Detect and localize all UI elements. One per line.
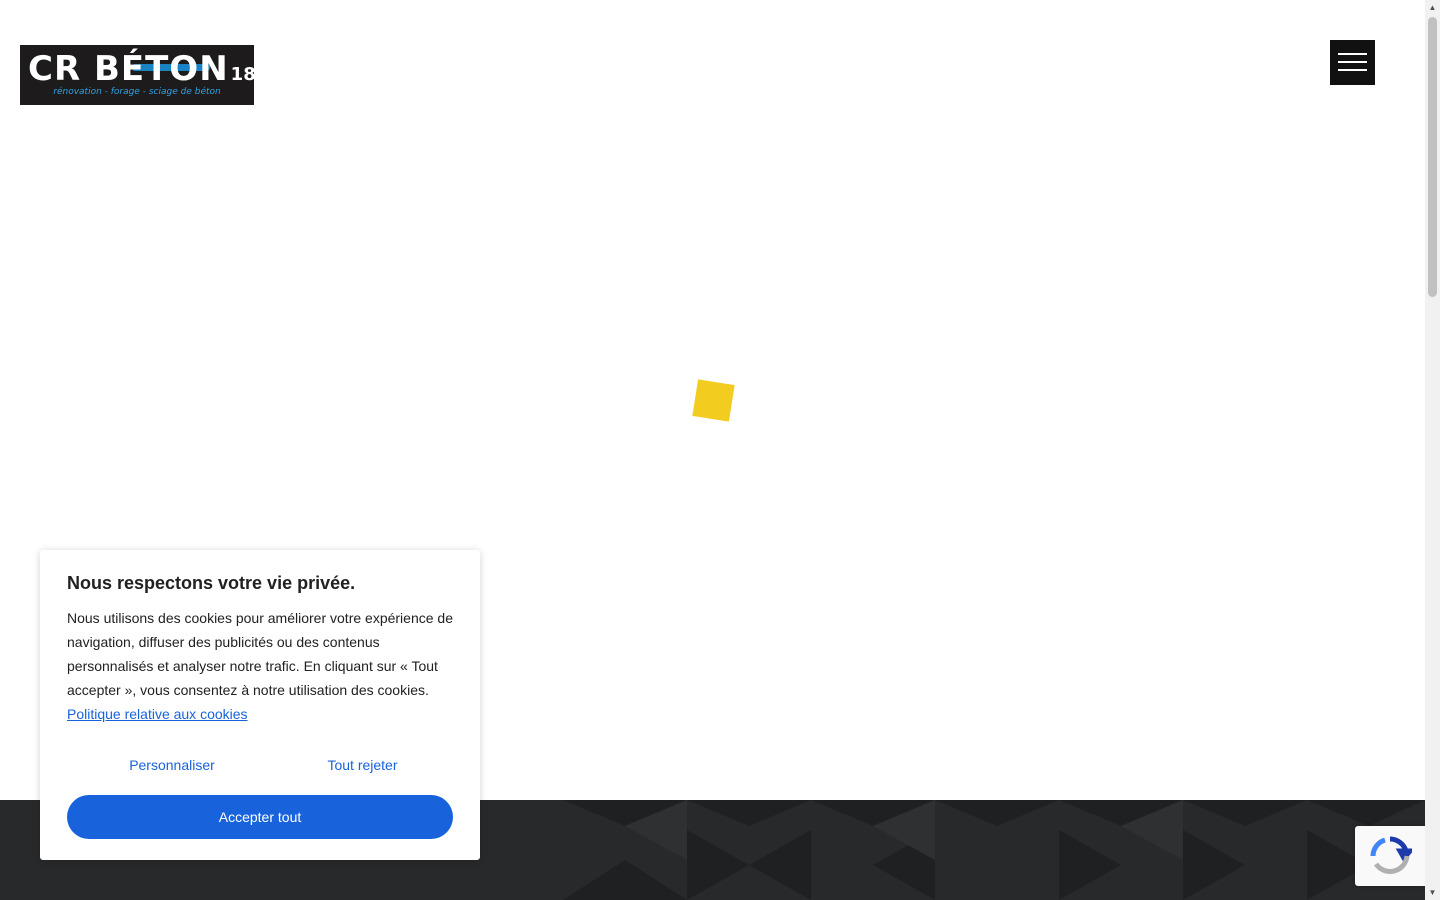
logo-number: 18 [230, 64, 254, 85]
cookie-banner-description: Nous utilisons des cookies pour améliore… [67, 606, 459, 726]
cookie-banner-text: Nous utilisons des cookies pour améliore… [67, 610, 453, 698]
recaptcha-badge[interactable] [1355, 826, 1425, 886]
site-logo[interactable]: CR BÉTON 18 rénovation - forage - sciage … [20, 45, 254, 105]
logo-brand: CR BÉTON [28, 49, 229, 89]
logo-wordmark: CR BÉTON 18 [28, 49, 254, 89]
loading-spinner [692, 379, 735, 422]
recaptcha-icon [1370, 836, 1412, 874]
scroll-down-arrow-icon[interactable]: ▼ [1425, 885, 1440, 900]
customize-button[interactable]: Personnaliser [122, 753, 222, 777]
reject-all-button[interactable]: Tout rejeter [320, 753, 405, 777]
scrollbar-thumb[interactable] [1428, 17, 1437, 297]
scroll-up-arrow-icon[interactable]: ▲ [1425, 0, 1440, 15]
cookie-consent-banner: Nous respectons votre vie privée. Nous u… [40, 550, 480, 860]
hamburger-menu-button[interactable] [1330, 40, 1375, 85]
cookie-banner-title: Nous respectons votre vie privée. [67, 573, 356, 593]
accept-all-button[interactable]: Accepter tout [67, 795, 453, 839]
page-scrollbar[interactable]: ▲ ▼ [1425, 0, 1440, 900]
logo-tagline: rénovation - forage - sciage de béton [53, 87, 221, 97]
cookie-policy-link[interactable]: Politique relative aux cookies [67, 706, 248, 722]
